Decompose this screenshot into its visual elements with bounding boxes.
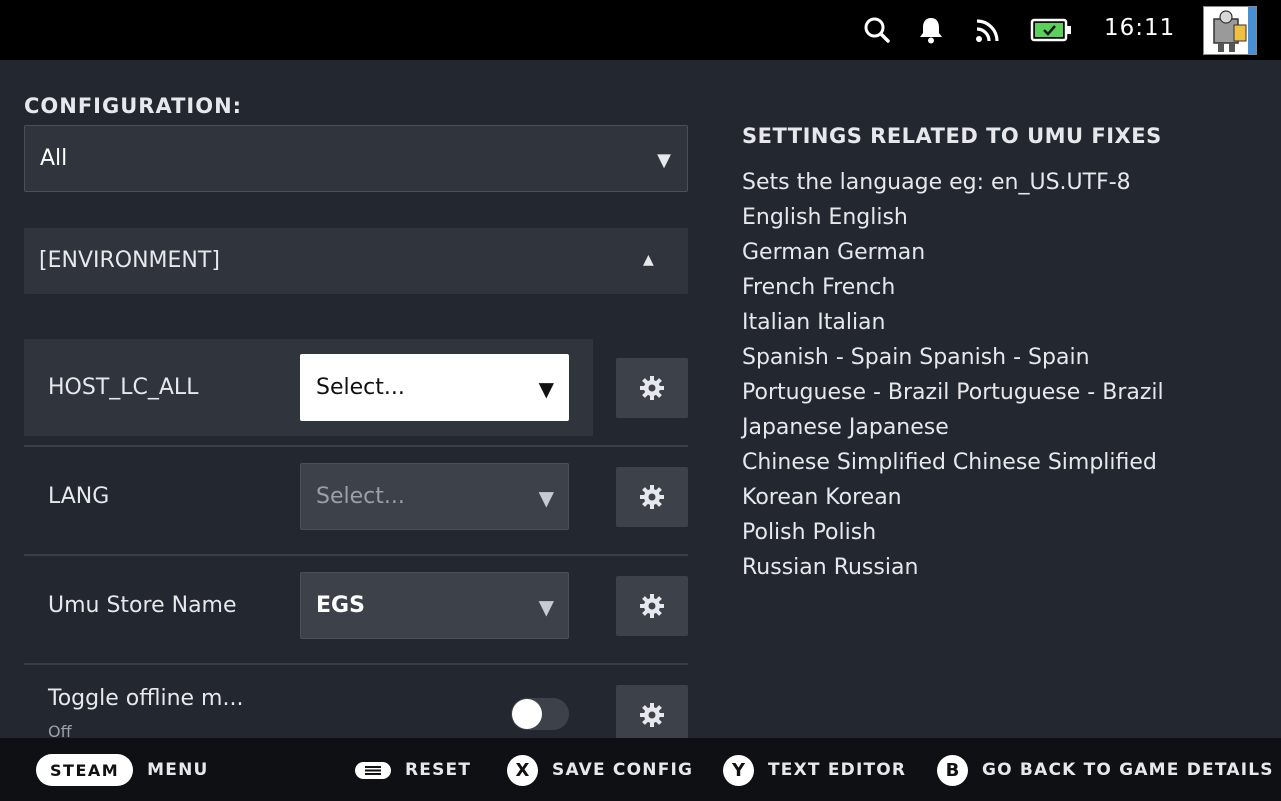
battery-icon[interactable] <box>1030 14 1072 46</box>
chevron-down-icon: ▼ <box>538 595 554 619</box>
menu-button-icon <box>355 761 391 779</box>
dropdown-value: EGS <box>316 593 365 618</box>
chevron-down-icon: ▼ <box>538 377 554 401</box>
chevron-down-icon: ▼ <box>538 486 554 510</box>
steam-button-glyph: STEAM <box>36 754 134 786</box>
lang-settings-button[interactable] <box>616 467 688 527</box>
host-lc-all-settings-button[interactable] <box>616 358 688 418</box>
configuration-value: All <box>40 146 68 171</box>
setting-label: LANG <box>48 484 110 509</box>
x-button-icon: X <box>507 754 538 786</box>
description-line: Korean Korean <box>742 485 902 510</box>
gear-icon <box>640 376 664 400</box>
setting-row-offline-mode: Toggle offline m... Off <box>24 666 688 738</box>
chevron-up-icon: ▲ <box>643 252 654 268</box>
save-config-button[interactable]: X SAVE CONFIG <box>507 754 693 786</box>
environment-section-header[interactable]: [ENVIRONMENT] ▲ <box>24 228 688 294</box>
description-line: French French <box>742 275 896 300</box>
search-icon[interactable] <box>861 14 893 46</box>
dropdown-value: Select... <box>316 484 405 509</box>
gear-icon <box>640 594 664 618</box>
description-line: Chinese Simplified Chinese Simplified <box>742 450 1157 475</box>
setting-row-lang: LANG Select... ▼ <box>24 448 688 556</box>
top-bar: 16:11 <box>0 0 1281 60</box>
steam-menu-button[interactable]: STEAM MENU <box>36 754 209 786</box>
go-back-label: GO BACK TO GAME DETAILS <box>982 760 1274 780</box>
setting-row-host-lc-all: HOST_LC_ALL Select... ▼ <box>24 339 688 447</box>
description-line: German German <box>742 240 926 265</box>
setting-label: HOST_LC_ALL <box>48 375 199 400</box>
clock: 16:11 <box>1104 15 1176 41</box>
rss-icon[interactable] <box>972 14 1004 46</box>
toggle-knob <box>512 699 542 729</box>
row-divider <box>24 554 688 556</box>
description-line: Portuguese - Brazil Portuguese - Brazil <box>742 380 1164 405</box>
offline-mode-settings-button[interactable] <box>616 685 688 738</box>
text-editor-button[interactable]: Y TEXT EDITOR <box>723 754 906 786</box>
avatar[interactable] <box>1203 6 1257 55</box>
description-line: Sets the language eg: en_US.UTF-8 <box>742 170 1131 195</box>
environment-section-title: [ENVIRONMENT] <box>39 248 220 273</box>
go-back-button[interactable]: B GO BACK TO GAME DETAILS <box>937 754 1274 786</box>
b-button-icon: B <box>937 754 968 786</box>
y-button-icon: Y <box>723 754 754 786</box>
gear-icon <box>640 703 664 727</box>
description-list: Sets the language eg: en_US.UTF-8 Englis… <box>742 165 1164 585</box>
text-editor-label: TEXT EDITOR <box>768 760 907 780</box>
setting-sublabel: Off <box>48 722 72 738</box>
description-line: English English <box>742 205 908 230</box>
umu-store-name-settings-button[interactable] <box>616 576 688 636</box>
description-line: Japanese Japanese <box>742 415 949 440</box>
configuration-label: CONFIGURATION: <box>24 94 243 118</box>
row-divider <box>24 445 688 447</box>
save-config-label: SAVE CONFIG <box>552 760 694 780</box>
dropdown-value: Select... <box>316 375 405 400</box>
description-title: SETTINGS RELATED TO UMU FIXES <box>742 124 1162 148</box>
setting-label: Toggle offline m... <box>48 686 244 711</box>
row-divider <box>24 663 688 665</box>
description-line: Russian Russian <box>742 555 919 580</box>
description-line: Spanish - Spain Spanish - Spain <box>742 345 1090 370</box>
description-line: Italian Italian <box>742 310 886 335</box>
offline-mode-toggle[interactable] <box>511 698 569 730</box>
host-lc-all-dropdown[interactable]: Select... ▼ <box>300 354 569 421</box>
umu-store-name-dropdown[interactable]: EGS ▼ <box>300 572 569 639</box>
bell-icon[interactable] <box>915 14 947 46</box>
reset-button[interactable]: RESET <box>355 754 471 786</box>
setting-row-umu-store-name: Umu Store Name EGS ▼ <box>24 557 688 665</box>
footer-bar: STEAM MENU RESET X SAVE CONFIG Y TEXT ED… <box>0 738 1281 801</box>
menu-label: MENU <box>147 760 209 780</box>
reset-label: RESET <box>405 760 472 780</box>
setting-label: Umu Store Name <box>48 593 237 618</box>
gear-icon <box>640 485 664 509</box>
configuration-dropdown[interactable]: All ▼ <box>24 125 688 192</box>
chevron-down-icon: ▼ <box>657 150 671 171</box>
lang-dropdown[interactable]: Select... ▼ <box>300 463 569 530</box>
description-line: Polish Polish <box>742 520 877 545</box>
